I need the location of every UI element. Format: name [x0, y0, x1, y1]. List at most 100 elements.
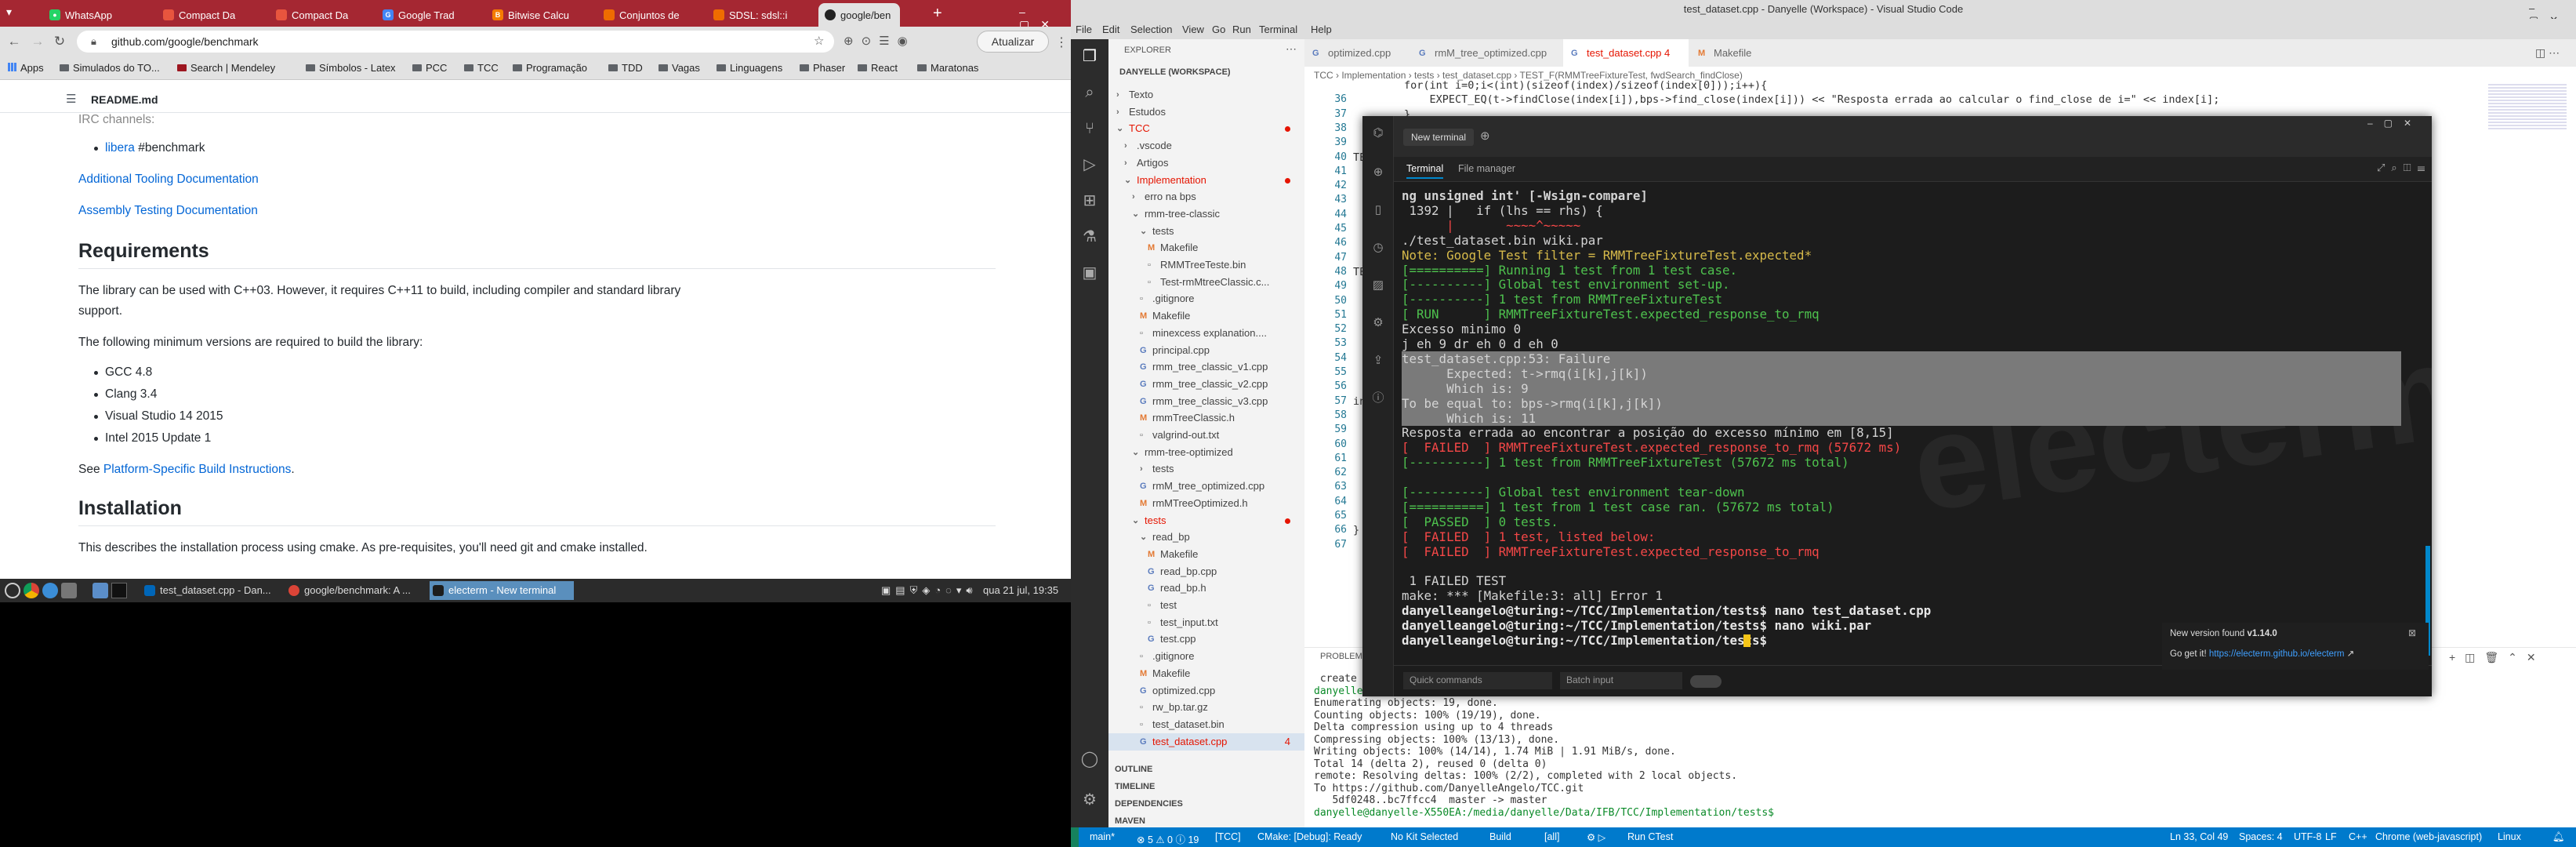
menu-edit[interactable]: Edit: [1102, 24, 1119, 35]
tree-item[interactable]: M Makefile: [1108, 665, 1304, 682]
app-icon[interactable]: [42, 583, 58, 598]
image-icon[interactable]: ▨: [1370, 278, 1386, 293]
notifications-icon[interactable]: 🔔︎: [2552, 831, 2565, 843]
tree-item[interactable]: M Makefile: [1108, 239, 1304, 256]
quick-commands-select[interactable]: Quick commands: [1403, 672, 1552, 689]
download-link[interactable]: Go get it! https://electerm.github.io/el…: [2170, 648, 2354, 659]
tree-item[interactable]: ▫ .gitignore: [1108, 290, 1304, 307]
extensions-icon[interactable]: ⊞: [1080, 191, 1099, 210]
tree-item[interactable]: Grmm_tree_classic_v2.cpp: [1108, 376, 1304, 393]
kit-status[interactable]: No Kit Selected: [1391, 831, 1458, 842]
menu-file[interactable]: File: [1076, 24, 1092, 35]
tree-item[interactable]: ⌄ Implementation: [1108, 172, 1304, 189]
panel-actions[interactable]: +◫🗑︎⌃✕: [2449, 651, 2545, 664]
tree-item[interactable]: M Makefile: [1108, 307, 1304, 325]
language-status[interactable]: C++: [2349, 831, 2367, 842]
tree-item[interactable]: › Texto: [1108, 86, 1304, 104]
settings-icon[interactable]: ⚙: [1370, 315, 1386, 331]
tree-item[interactable]: › erro na bps: [1108, 188, 1304, 205]
bookmark-item[interactable]: Símbolos - Latex: [306, 62, 396, 74]
bookmark-item[interactable]: TDD: [608, 62, 643, 74]
clock[interactable]: qua 21 jul, 19:35: [983, 584, 1058, 596]
build-button[interactable]: Build: [1489, 831, 1511, 842]
taskbar-task-electerm[interactable]: electerm - New terminal: [430, 581, 574, 600]
menu-icon[interactable]: ⌬: [1370, 125, 1386, 141]
more-menu-icon[interactable]: ⋮: [1055, 35, 1068, 50]
libera-link[interactable]: libera: [105, 141, 135, 154]
indentation-status[interactable]: Spaces: 4: [2239, 831, 2283, 842]
tree-item[interactable]: › tests: [1108, 460, 1304, 478]
dependencies-section[interactable]: DEPENDENCIES: [1115, 799, 1183, 809]
tree-item[interactable]: ▫ rw_bp.tar.gz: [1108, 699, 1304, 716]
tree-item[interactable]: ▫ test: [1108, 597, 1304, 614]
assembly-docs-link[interactable]: Assembly Testing Documentation: [78, 204, 258, 218]
forward-icon[interactable]: →: [30, 34, 45, 49]
tree-item[interactable]: MrmMTreeOptimized.h: [1108, 495, 1304, 512]
search-icon[interactable]: ⌕: [1080, 83, 1099, 102]
bookmark-item[interactable]: TCC: [464, 62, 499, 74]
batch-toggle[interactable]: [1690, 675, 1722, 688]
debug-icon[interactable]: ⚙ ▷: [1587, 831, 1605, 843]
menu-terminal[interactable]: Terminal: [1259, 24, 1297, 35]
reload-icon[interactable]: ↻: [52, 34, 67, 49]
remote-indicator[interactable]: [1071, 827, 1079, 847]
chrome-icon[interactable]: [24, 583, 39, 598]
window-controls[interactable]: –▢✕: [2367, 118, 2422, 129]
testing-icon[interactable]: ⚗: [1080, 227, 1099, 246]
menu-view[interactable]: View: [1182, 24, 1204, 35]
tab-test-dataset[interactable]: Gtest_dataset.cpp 4: [1563, 39, 1689, 67]
new-tab-button[interactable]: +: [933, 5, 942, 23]
chrome-tab-bitwise[interactable]: B Bitwise Calcu: [486, 3, 596, 27]
branch-status[interactable]: main*: [1090, 831, 1115, 842]
tree-item[interactable]: › Artigos: [1108, 154, 1304, 172]
bookmark-item[interactable]: Programação: [513, 62, 587, 74]
chrome-tab-google-translate[interactable]: G Google Trad: [376, 3, 486, 27]
tree-item[interactable]: ⌄ rmm-tree-classic: [1108, 205, 1304, 223]
remote-explorer-icon[interactable]: ▣: [1080, 264, 1099, 282]
terminal-toolbar-icons[interactable]: ⤢⌕◫☰: [2377, 162, 2431, 174]
eol-status[interactable]: LF: [2325, 831, 2337, 842]
tree-item[interactable]: ▫ valgrind-out.txt: [1108, 427, 1304, 444]
bookmark-item[interactable]: Maratonas: [917, 62, 978, 74]
tree-item[interactable]: ⌄ read_bp: [1108, 529, 1304, 546]
bookmark-item[interactable]: React: [858, 62, 898, 74]
tree-item[interactable]: GrmM_tree_optimized.cpp: [1108, 478, 1304, 495]
debugger-status[interactable]: Chrome (web-javascript): [2375, 831, 2482, 842]
bookmark-item[interactable]: PCC: [412, 62, 447, 74]
tree-item[interactable]: › .vscode: [1108, 137, 1304, 154]
bookmark-item[interactable]: Vagas: [659, 62, 700, 74]
problems-status[interactable]: ⊗ 5 ⚠ 0 ⓘ 19: [1137, 831, 1199, 846]
terminal-tab[interactable]: Terminal: [1406, 163, 1444, 179]
minimap[interactable]: [2488, 84, 2567, 131]
menu-run[interactable]: Run: [1232, 24, 1251, 35]
menu-selection[interactable]: Selection: [1130, 24, 1172, 35]
platform-instructions-link[interactable]: Platform-Specific Build Instructions: [103, 463, 291, 476]
explorer-icon[interactable]: ❐: [1080, 47, 1099, 66]
chrome-tab-whatsapp[interactable]: ● WhatsApp: [43, 3, 153, 27]
tree-item[interactable]: MrmmTreeClassic.h: [1108, 409, 1304, 427]
chrome-tab-compact-2[interactable]: Compact Da: [270, 3, 379, 27]
add-icon[interactable]: ⊕: [1370, 165, 1386, 180]
bookmark-item[interactable]: Linguagens: [717, 62, 782, 74]
tree-item[interactable]: M Makefile: [1108, 546, 1304, 563]
chrome-tab-benchmark[interactable]: google/ben: [818, 3, 900, 27]
menu-help[interactable]: Help: [1311, 24, 1332, 35]
tab-makefile[interactable]: M Makefile: [1690, 39, 1776, 67]
run-ctest-button[interactable]: Run CTest: [1627, 831, 1673, 842]
timeline-section[interactable]: TIMELINE: [1115, 782, 1155, 791]
tree-item[interactable]: › Estudos: [1108, 104, 1304, 121]
tree-item[interactable]: ▫ .gitignore: [1108, 648, 1304, 665]
chrome-tab-compact-1[interactable]: Compact Da: [157, 3, 267, 27]
tray-icons[interactable]: ▣▤⛨◈◔◌▾🔊︎: [881, 584, 978, 597]
batch-input-field[interactable]: Batch input: [1560, 672, 1682, 689]
encoding-status[interactable]: UTF-8: [2294, 831, 2321, 842]
file-manager-tab[interactable]: File manager: [1458, 163, 1515, 174]
back-icon[interactable]: ←: [6, 34, 22, 49]
tree-item[interactable]: Gread_bp.cpp: [1108, 563, 1304, 580]
menu-go[interactable]: Go: [1212, 24, 1225, 35]
terminal-icon[interactable]: [111, 583, 127, 598]
files-icon[interactable]: [93, 583, 108, 598]
run-debug-icon[interactable]: ▷: [1080, 155, 1099, 174]
power-icon[interactable]: [5, 583, 20, 598]
tree-item[interactable]: Grmm_tree_classic_v1.cpp: [1108, 358, 1304, 376]
